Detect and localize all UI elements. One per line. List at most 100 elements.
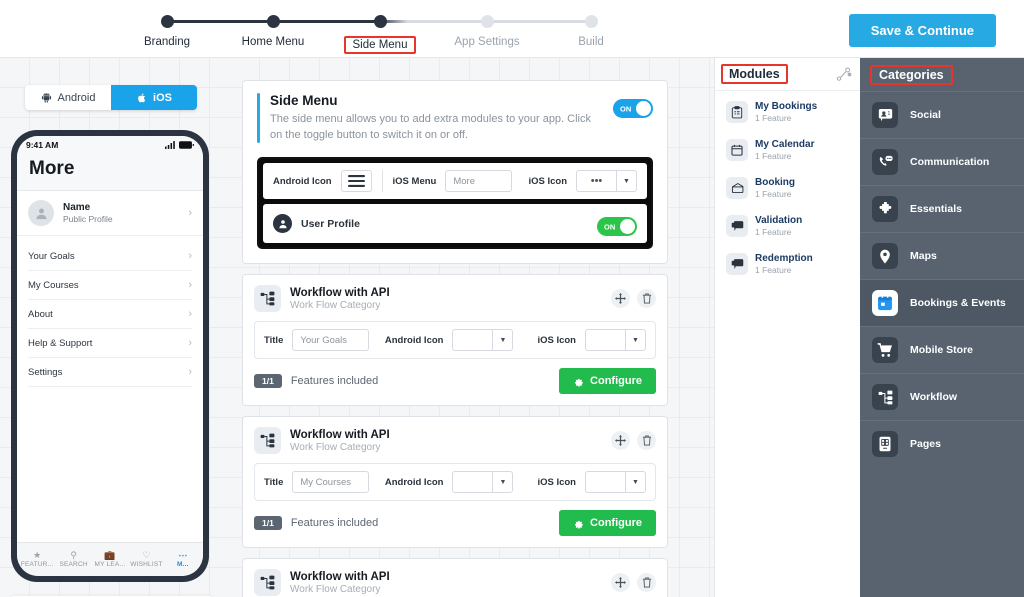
side-menu-toggle[interactable]: ON xyxy=(613,99,653,118)
user-profile-left: User Profile xyxy=(273,214,360,233)
delete-button[interactable] xyxy=(637,573,656,592)
configure-button[interactable]: Configure xyxy=(559,368,656,394)
phone-tab-search[interactable]: ⚲ SEARCH xyxy=(55,549,91,568)
link-share-icon[interactable] xyxy=(835,67,852,82)
features-included-label: Features included xyxy=(290,517,379,529)
menu-item-label: About xyxy=(28,308,53,320)
module-card-titles: Workflow with API Work Flow Category xyxy=(290,571,390,595)
trash-icon xyxy=(642,435,651,446)
phone-menu-item-help-support[interactable]: Help & Support › xyxy=(28,329,192,358)
ios-menu-input[interactable]: More xyxy=(445,170,513,192)
category-item-essentials[interactable]: Essentials xyxy=(860,185,1024,232)
ios-icon-label: iOS Icon xyxy=(537,476,576,488)
phone-menu-item-about[interactable]: About › xyxy=(28,300,192,329)
step-side-menu[interactable]: Side Menu xyxy=(333,10,427,54)
pages-glyph-icon xyxy=(879,436,891,452)
side-menu-title: Side Menu xyxy=(270,93,338,108)
step-home-menu[interactable]: Home Menu xyxy=(226,10,320,48)
module-item-name: Booking xyxy=(755,177,795,188)
module-item-my-calendar[interactable]: My Calendar 1 Feature xyxy=(721,133,854,167)
social-glyph-icon: 1 xyxy=(878,109,892,122)
category-item-pages[interactable]: Pages xyxy=(860,420,1024,467)
modules-panel-title: Modules xyxy=(721,64,788,84)
module-card-actions xyxy=(611,289,656,308)
ios-icon-select[interactable]: ••• ▼ xyxy=(576,170,638,192)
phone-menu-item-my-courses[interactable]: My Courses › xyxy=(28,271,192,300)
phone-profile-row[interactable]: Name Public Profile › xyxy=(17,191,203,236)
phone-tab-wishlist[interactable]: ♡ WISHLIST xyxy=(128,549,164,568)
phone-tab-more[interactable]: ⋯ M... xyxy=(165,549,201,568)
module-card-footer: 1/1 Features included Configure xyxy=(254,368,656,394)
main-body: Android iOS 9:41 AM More Name Public Pro… xyxy=(0,58,1024,597)
heart-icon: ♡ xyxy=(142,550,151,560)
category-label: Pages xyxy=(910,438,941,450)
workflow-glyph-icon xyxy=(260,291,275,306)
android-icon-label: Android Icon xyxy=(384,334,444,346)
module-card-actions xyxy=(611,431,656,450)
phone-menu-item-settings[interactable]: Settings › xyxy=(28,358,192,387)
drag-move-button[interactable] xyxy=(611,289,630,308)
category-item-maps[interactable]: Maps xyxy=(860,232,1024,279)
os-tab-android[interactable]: Android xyxy=(25,85,111,110)
tab-label: WISHLIST xyxy=(130,561,163,568)
module-item-text: Booking 1 Feature xyxy=(755,177,795,199)
phone-menu-item-your-goals[interactable]: Your Goals › xyxy=(28,242,192,271)
category-item-communication[interactable]: Communication xyxy=(860,138,1024,185)
ios-icon-select[interactable]: ▼ xyxy=(585,471,646,493)
category-item-bookings-events[interactable]: Bookings & Events xyxy=(860,279,1024,326)
trash-icon xyxy=(642,577,651,588)
module-item-validation[interactable]: Validation 1 Feature xyxy=(721,209,854,243)
save-and-continue-button[interactable]: Save & Continue xyxy=(848,14,996,47)
calendar-glyph-icon xyxy=(731,144,743,156)
ios-icon-select[interactable]: ▼ xyxy=(585,329,646,351)
phone-tab-my-learning[interactable]: 💼 MY LEA... xyxy=(92,549,128,568)
features-count-badge: 1/1 xyxy=(254,516,282,530)
delete-button[interactable] xyxy=(637,289,656,308)
ios-icon-label: iOS Icon xyxy=(537,334,576,346)
module-card-header: Workflow with API Work Flow Category xyxy=(254,427,656,454)
step-app-settings[interactable]: App Settings xyxy=(440,10,534,48)
module-item-text: My Bookings 1 Feature xyxy=(755,101,817,123)
categories-panel-title: Categories xyxy=(870,64,953,85)
user-profile-toggle[interactable]: ON xyxy=(597,217,637,236)
step-build[interactable]: Build xyxy=(544,10,638,48)
phone-menu-list: Your Goals › My Courses › About › Help &… xyxy=(17,236,203,542)
accent-bar xyxy=(257,93,260,143)
chat-glyph-icon xyxy=(731,221,743,231)
module-category: Work Flow Category xyxy=(290,583,381,595)
category-item-mobile-store[interactable]: Mobile Store xyxy=(860,326,1024,373)
android-icon-picker[interactable] xyxy=(340,170,372,192)
configure-label: Configure xyxy=(590,375,642,387)
app-root: Branding Home Menu Side Menu App Setting… xyxy=(0,0,1024,597)
os-platform-toggle[interactable]: Android iOS xyxy=(25,85,197,110)
battery-icon xyxy=(179,141,194,149)
drag-move-button[interactable] xyxy=(611,573,630,592)
toggle-label: ON xyxy=(620,104,632,113)
ticket-glyph-icon xyxy=(731,182,743,194)
delete-button[interactable] xyxy=(637,431,656,450)
workflow-icon xyxy=(872,384,898,410)
phone-tab-featured[interactable]: ★ FEATUR... xyxy=(19,549,55,568)
configure-button[interactable]: Configure xyxy=(559,510,656,536)
module-item-my-bookings[interactable]: My Bookings 1 Feature xyxy=(721,95,854,129)
gear-icon xyxy=(575,378,583,387)
phone-chat-glyph-icon xyxy=(879,155,893,166)
title-label: Title xyxy=(264,476,284,488)
profile-subtitle: Public Profile xyxy=(63,214,113,224)
category-item-social[interactable]: 1 Social xyxy=(860,91,1024,138)
step-branding[interactable]: Branding xyxy=(120,10,214,48)
drag-move-button[interactable] xyxy=(611,431,630,450)
cart-icon xyxy=(872,337,898,363)
os-tab-ios[interactable]: iOS xyxy=(111,85,197,110)
module-title-input[interactable]: Your Goals xyxy=(292,329,369,351)
ios-icon-value xyxy=(585,329,625,351)
android-icon-select[interactable]: ▼ xyxy=(452,329,514,351)
phone-tab-bar: ★ FEATUR... ⚲ SEARCH 💼 MY LEA... ♡ WISHL… xyxy=(17,542,203,576)
module-item-booking[interactable]: Booking 1 Feature xyxy=(721,171,854,205)
android-icon-select[interactable]: ▼ xyxy=(452,471,514,493)
category-item-workflow[interactable]: Workflow xyxy=(860,373,1024,420)
phone-status-bar: 9:41 AM xyxy=(17,136,203,154)
module-title-input[interactable]: My Courses xyxy=(292,471,369,493)
move-icon xyxy=(615,435,626,446)
module-item-redemption[interactable]: Redemption 1 Feature xyxy=(721,247,854,281)
